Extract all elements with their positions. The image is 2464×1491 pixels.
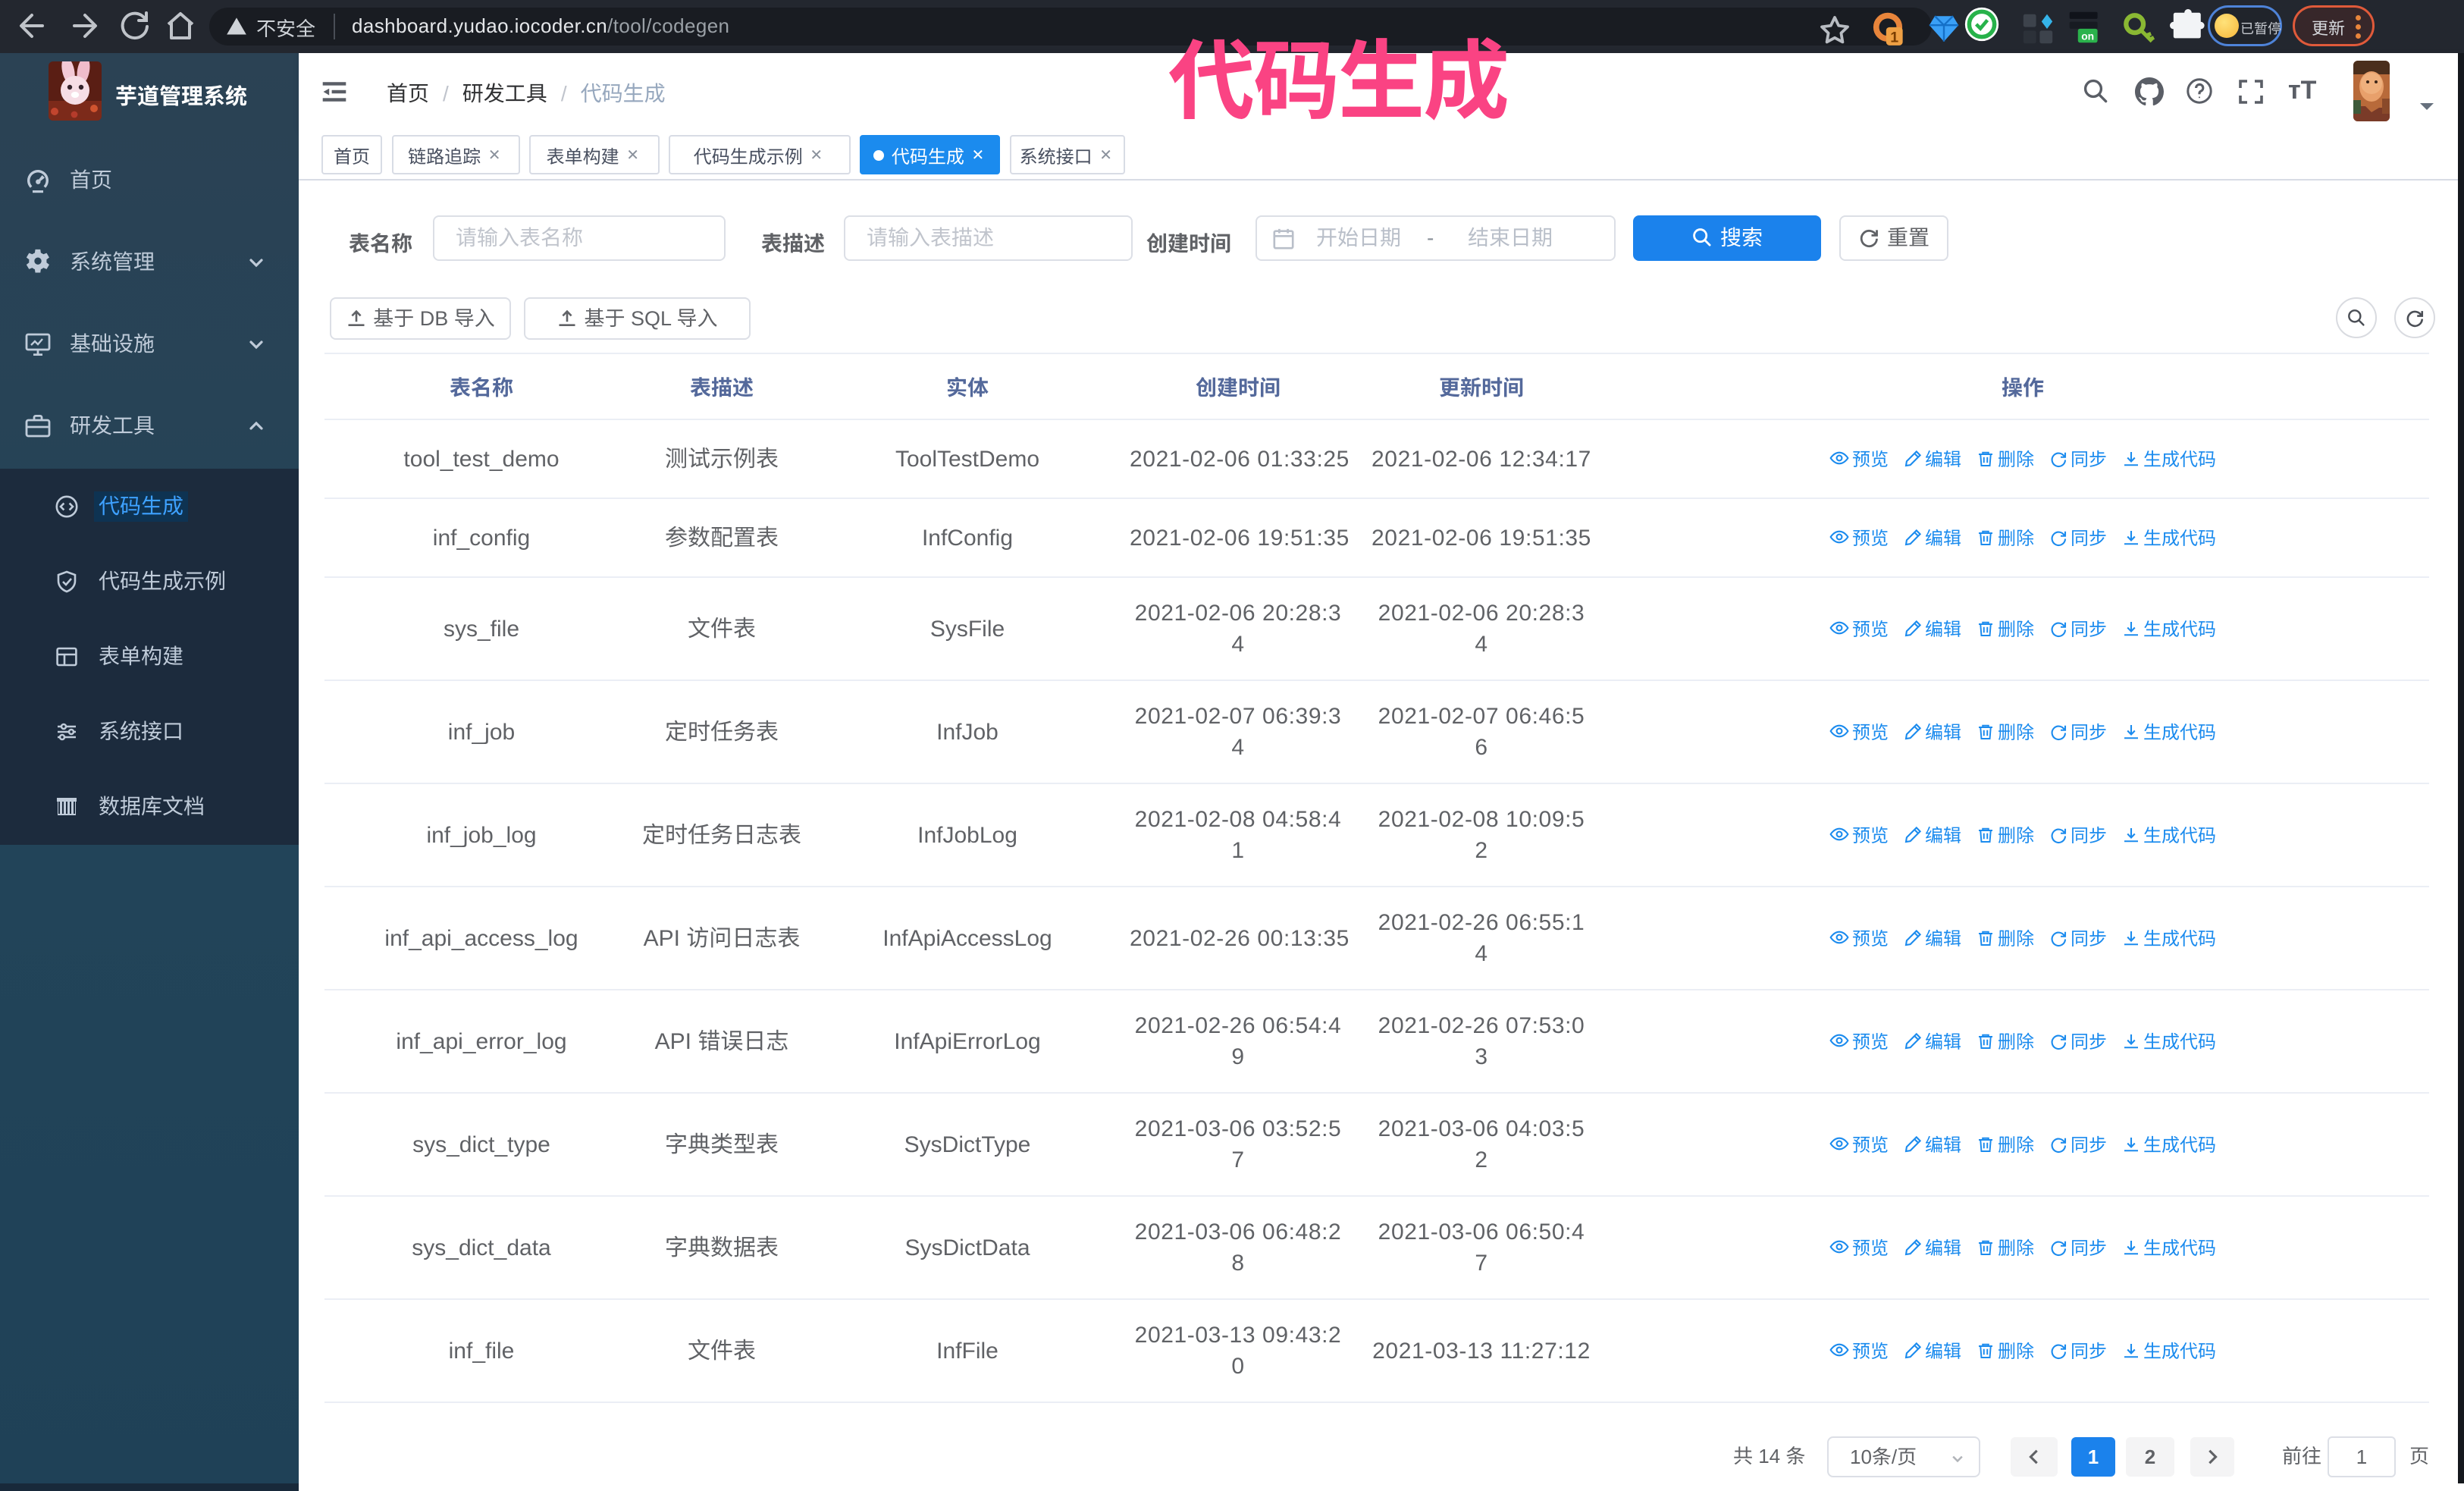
svg-text:1: 1 xyxy=(1890,29,1898,46)
svg-text:on: on xyxy=(2081,30,2094,42)
